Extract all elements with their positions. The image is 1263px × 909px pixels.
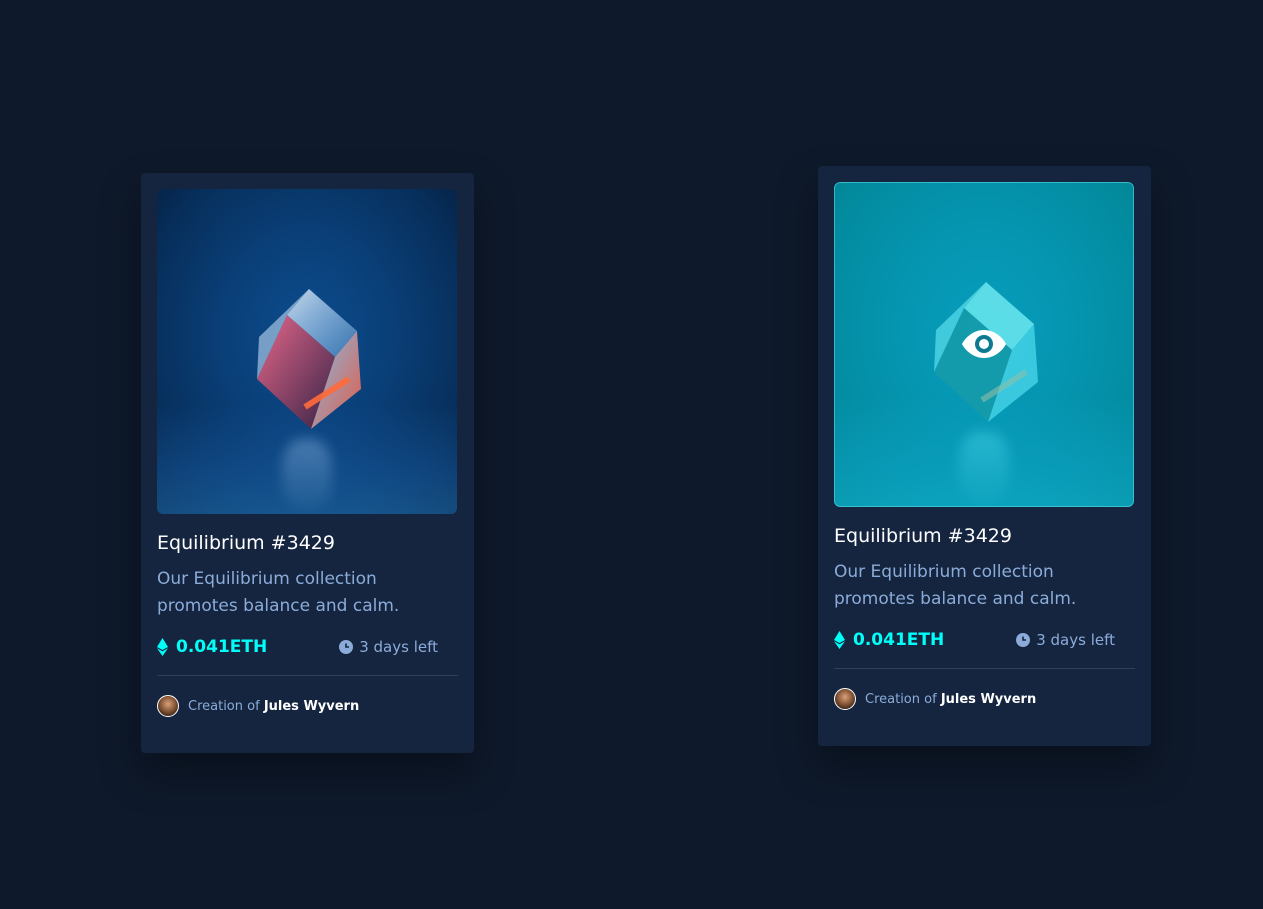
price: 0.041ETH (834, 630, 944, 650)
ethereum-icon (834, 631, 845, 649)
divider (157, 675, 458, 676)
creator-row: Creation of Jules Wyvern (157, 695, 458, 717)
card-title[interactable]: Equilibrium #3429 (834, 524, 1135, 548)
time-left: 3 days left (1016, 631, 1115, 649)
nft-card-default: Equilibrium #3429 Our Equilibrium collec… (141, 173, 474, 753)
price-value: 0.041ETH (176, 637, 268, 657)
creator-name-link[interactable]: Jules Wyvern (941, 692, 1036, 707)
price-value: 0.041ETH (853, 630, 945, 650)
time-left-label: 3 days left (1036, 631, 1115, 649)
card-description: Our Equilibrium collection promotes bala… (834, 562, 1077, 609)
price: 0.041ETH (157, 637, 267, 657)
card-meta: 0.041ETH 3 days left (834, 628, 1135, 652)
view-eye-icon[interactable] (961, 328, 1007, 360)
creator-prefix: Creation of (865, 691, 937, 707)
creator-prefix: Creation of (188, 698, 260, 714)
time-left-label: 3 days left (359, 638, 438, 656)
clock-icon (1016, 633, 1031, 647)
avatar (157, 695, 179, 717)
avatar (834, 688, 856, 710)
clock-icon (339, 640, 354, 654)
card-meta: 0.041ETH 3 days left (157, 635, 458, 659)
divider (834, 668, 1135, 669)
ethereum-icon (157, 638, 168, 656)
creator-row: Creation of Jules Wyvern (834, 688, 1135, 710)
image-reflection (282, 439, 332, 509)
cube-artwork (257, 289, 361, 429)
time-left: 3 days left (339, 638, 438, 656)
creator-name-link[interactable]: Jules Wyvern (264, 699, 359, 714)
nft-image[interactable] (834, 182, 1134, 507)
card-description: Our Equilibrium collection promotes bala… (157, 569, 400, 616)
nft-image[interactable] (157, 189, 457, 514)
card-title[interactable]: Equilibrium #3429 (157, 531, 458, 555)
nft-card-hover: Equilibrium #3429 Our Equilibrium collec… (818, 166, 1151, 746)
